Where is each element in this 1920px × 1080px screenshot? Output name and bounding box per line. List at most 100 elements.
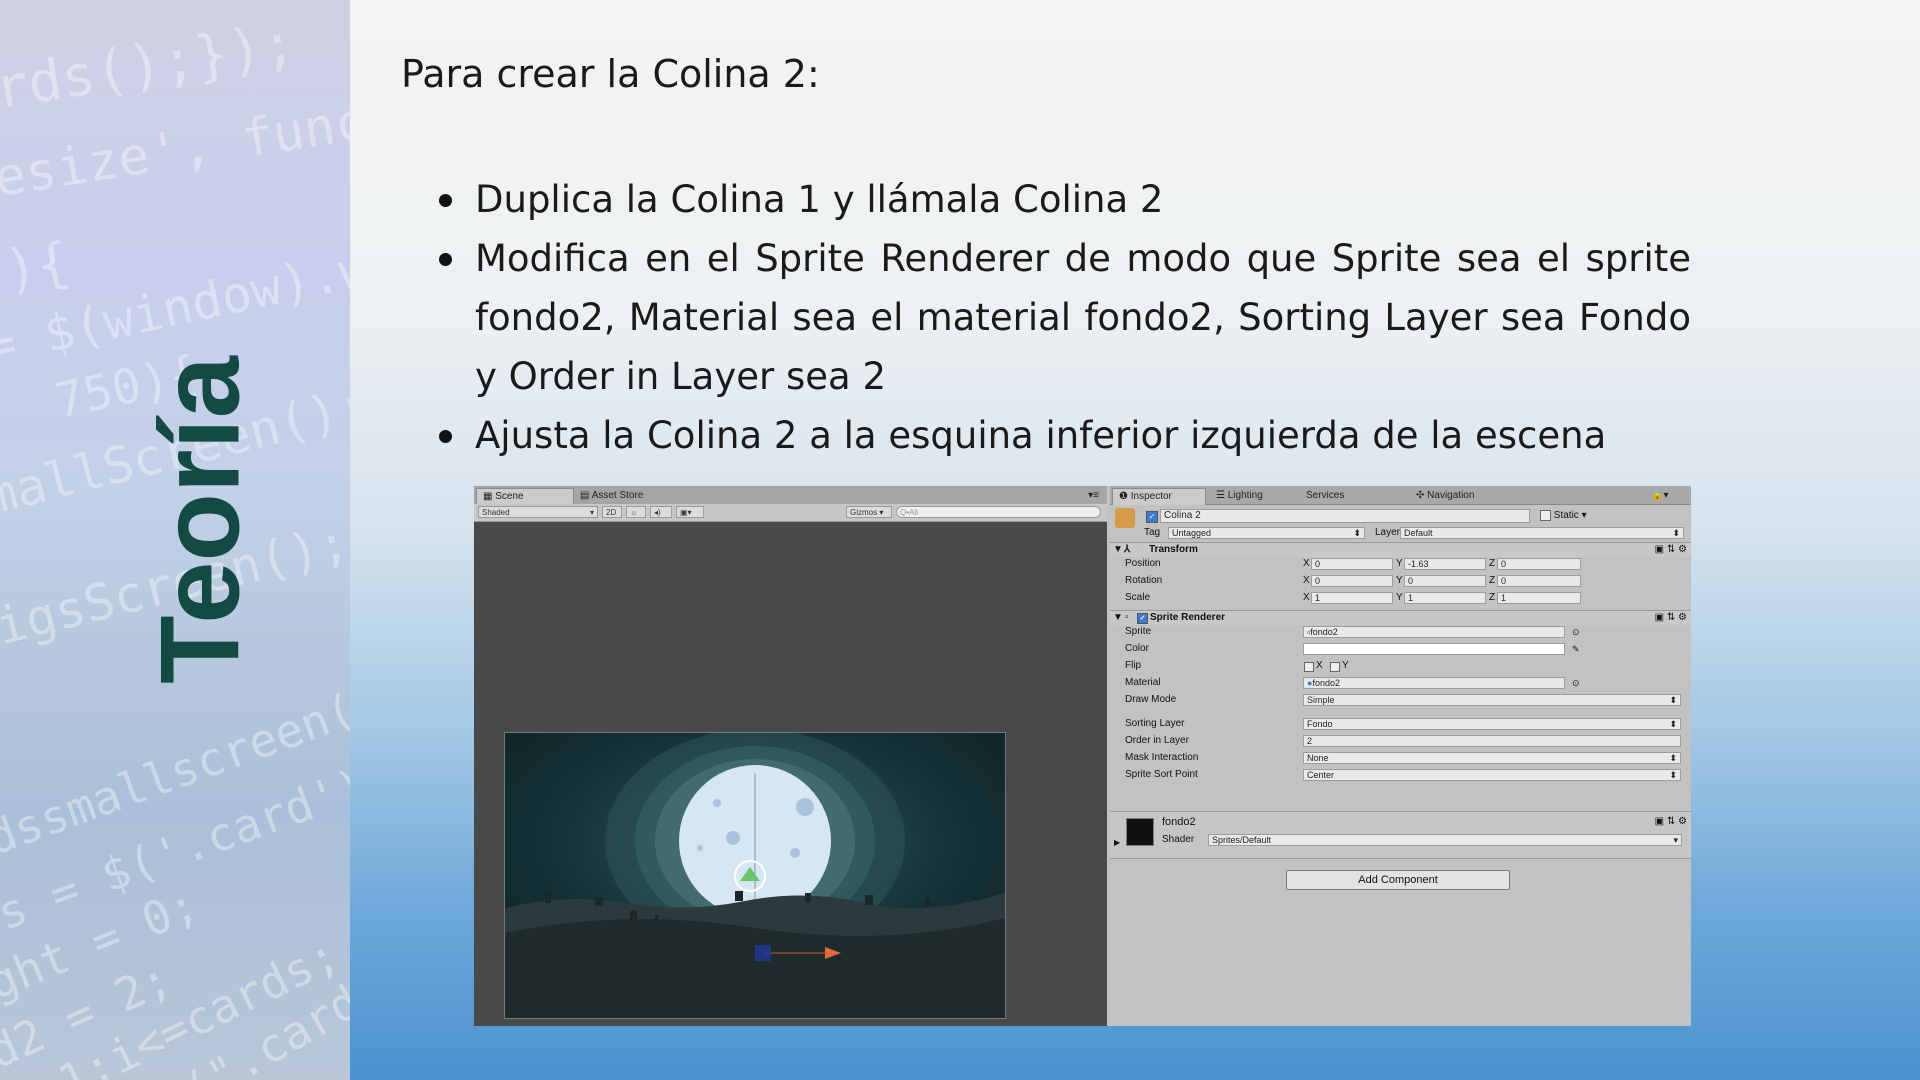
shader-value: Sprites/Default — [1212, 835, 1272, 845]
tab-lighting[interactable]: ☰ Lighting — [1210, 488, 1269, 504]
sorting-layer-label: Sorting Layer — [1125, 718, 1185, 729]
object-picker-icon[interactable]: ⊙ — [1572, 676, 1580, 690]
component-settings-icon[interactable]: ▣ ⇅ ⚙ — [1655, 611, 1687, 625]
scene-toolbar: Shaded ▾ 2D ☼ ◂) ▣▾ Gizmos ▾ Q•All — [474, 504, 1107, 522]
tab-navigation[interactable]: ✣ Navigation — [1410, 488, 1480, 504]
position-x-field[interactable]: 0 — [1311, 558, 1393, 570]
audio-icon[interactable]: ◂) — [650, 506, 672, 518]
sprite-sort-point-value: Center — [1307, 770, 1335, 780]
axis-label: X — [1303, 558, 1310, 569]
flip-x-checkbox[interactable] — [1304, 662, 1314, 672]
foldout-arrow-icon[interactable]: ▶ — [1114, 838, 1120, 847]
scale-y-field[interactable]: 1 — [1404, 592, 1486, 604]
game-preview-viewport — [504, 732, 1006, 1019]
object-picker-icon[interactable]: ⊙ — [1572, 625, 1580, 639]
order-in-layer-label: Order in Layer — [1125, 735, 1189, 746]
dropdown-arrow-icon: ▾ — [1673, 835, 1678, 845]
flip-y-label: Y — [1342, 660, 1349, 671]
tag-layer-row: Tag Untagged ⬍ Layer Default ⬍ — [1110, 526, 1691, 540]
axis-label: Z — [1489, 592, 1496, 603]
flip-y-checkbox[interactable] — [1330, 662, 1340, 672]
eyedropper-icon[interactable]: ✎ — [1572, 642, 1580, 656]
tab-inspector[interactable]: ❶ Inspector — [1112, 488, 1206, 505]
material-value: fondo2 — [1312, 678, 1340, 688]
dropdown-arrow-icon: ⬍ — [1672, 528, 1680, 538]
rotation-y-field[interactable]: 0 — [1404, 575, 1486, 587]
foldout-arrow-icon[interactable]: ▼ — [1113, 543, 1123, 557]
2d-toggle[interactable]: 2D — [602, 506, 622, 518]
flip-label: Flip — [1125, 660, 1142, 671]
mask-interaction-dropdown[interactable]: None ⬍ — [1303, 752, 1681, 764]
sprite-field[interactable]: ▫fondo2 — [1303, 626, 1565, 638]
static-toggle[interactable]: Static ▾ — [1540, 510, 1587, 521]
unity-editor-screenshot: ▦ Scene ▤ Asset Store ▾≡ Shaded ▾ 2D ☼ ◂)… — [474, 486, 1691, 1026]
transform-icon: ⅄ — [1124, 544, 1131, 555]
tab-services[interactable]: Services — [1300, 488, 1350, 504]
gizmos-dropdown[interactable]: Gizmos ▾ — [846, 506, 892, 518]
transform-header[interactable]: ▼ ⅄ Transform ▣ ⇅ ⚙ — [1110, 542, 1691, 557]
dropdown-arrow-icon: ▾ — [589, 508, 594, 517]
store-icon: ▤ — [580, 490, 592, 501]
tab-label: Services — [1306, 490, 1345, 501]
sprite-sort-point-label: Sprite Sort Point — [1125, 769, 1198, 780]
add-component-button[interactable]: Add Component — [1286, 870, 1510, 890]
position-label: Position — [1125, 558, 1161, 569]
static-checkbox[interactable] — [1540, 510, 1551, 521]
component-settings-icon[interactable]: ▣ ⇅ ⚙ — [1655, 543, 1687, 557]
foldout-arrow-icon[interactable]: ▼ — [1113, 611, 1123, 625]
bullet-dot-icon — [439, 430, 452, 443]
tab-label: Navigation — [1427, 490, 1475, 501]
effects-icon[interactable]: ▣▾ — [676, 506, 704, 518]
transform-title: Transform — [1149, 544, 1198, 555]
bullet-dot-icon — [439, 253, 452, 266]
object-name-input[interactable]: Colina 2 — [1160, 509, 1530, 523]
sprite-sort-point-dropdown[interactable]: Center ⬍ — [1303, 769, 1681, 781]
axis-label: X — [1303, 592, 1310, 603]
scale-row: Scale X1 Y1 Z1 — [1110, 591, 1691, 605]
position-z-field[interactable]: 0 — [1497, 558, 1581, 570]
list-item: Ajusta la Colina 2 a la esquina inferior… — [439, 406, 1691, 465]
material-block: ▶ fondo2 Shader Sprites/Default ▾ ▣ ⇅ ⚙ — [1110, 811, 1691, 859]
tag-dropdown[interactable]: Untagged ⬍ — [1168, 527, 1365, 539]
layer-dropdown[interactable]: Default ⬍ — [1400, 527, 1684, 539]
tab-label: Inspector — [1130, 491, 1172, 502]
sorting-layer-value: Fondo — [1307, 719, 1333, 729]
rotation-x-field[interactable]: 0 — [1311, 575, 1393, 587]
lock-icon[interactable]: 🔒▾ — [1645, 488, 1674, 504]
tab-scene[interactable]: ▦ Scene — [476, 488, 574, 505]
menu-icon[interactable]: ▾≡ — [1082, 488, 1105, 504]
gameobject-cube-icon — [1115, 508, 1135, 528]
list-item: Duplica la Colina 1 y llámala Colina 2 — [439, 170, 1691, 229]
sorting-layer-dropdown[interactable]: Fondo ⬍ — [1303, 718, 1681, 730]
sprite-label: Sprite — [1125, 626, 1152, 637]
flip-x-label: X — [1316, 660, 1323, 671]
list-item-text: Modifica en el Sprite Renderer de modo q… — [475, 237, 1691, 398]
scale-z-field[interactable]: 1 — [1497, 592, 1581, 604]
color-row: Color ✎ — [1110, 642, 1691, 656]
material-field[interactable]: ●fondo2 — [1303, 677, 1565, 689]
lighting-icon: ☰ — [1216, 490, 1228, 501]
component-settings-icon[interactable]: ▣ ⇅ ⚙ — [1655, 816, 1687, 827]
flip-row: Flip X Y — [1110, 659, 1691, 673]
scale-x-field[interactable]: 1 — [1311, 592, 1393, 604]
draw-mode-label: Draw Mode — [1125, 694, 1177, 705]
color-swatch[interactable] — [1303, 643, 1565, 655]
active-checkbox[interactable]: ✓ — [1146, 511, 1158, 523]
draw-mode-dropdown[interactable]: Simple ⬍ — [1303, 694, 1681, 706]
tab-asset-store[interactable]: ▤ Asset Store — [574, 488, 649, 504]
scene-search-input[interactable]: Q•All — [896, 506, 1101, 518]
slide-heading: Para crear la Colina 2: — [401, 52, 820, 96]
sprite-renderer-header[interactable]: ▼ ▫ ✓ Sprite Renderer ▣ ⇅ ⚙ — [1110, 610, 1691, 625]
rotation-z-field[interactable]: 0 — [1497, 575, 1581, 587]
position-y-field[interactable]: -1.63 — [1404, 558, 1486, 570]
enabled-checkbox[interactable]: ✓ — [1137, 613, 1148, 624]
shading-dropdown[interactable]: Shaded ▾ — [478, 506, 598, 518]
mask-interaction-label: Mask Interaction — [1125, 752, 1199, 763]
order-in-layer-field[interactable]: 2 — [1303, 735, 1681, 747]
shader-dropdown[interactable]: Sprites/Default ▾ — [1208, 834, 1682, 846]
material-name: fondo2 — [1162, 816, 1196, 828]
scene-tabbar: ▦ Scene ▤ Asset Store ▾≡ — [474, 486, 1107, 505]
move-handle-icon[interactable] — [755, 945, 771, 961]
light-icon[interactable]: ☼ — [626, 506, 646, 518]
bullet-dot-icon — [439, 194, 452, 207]
